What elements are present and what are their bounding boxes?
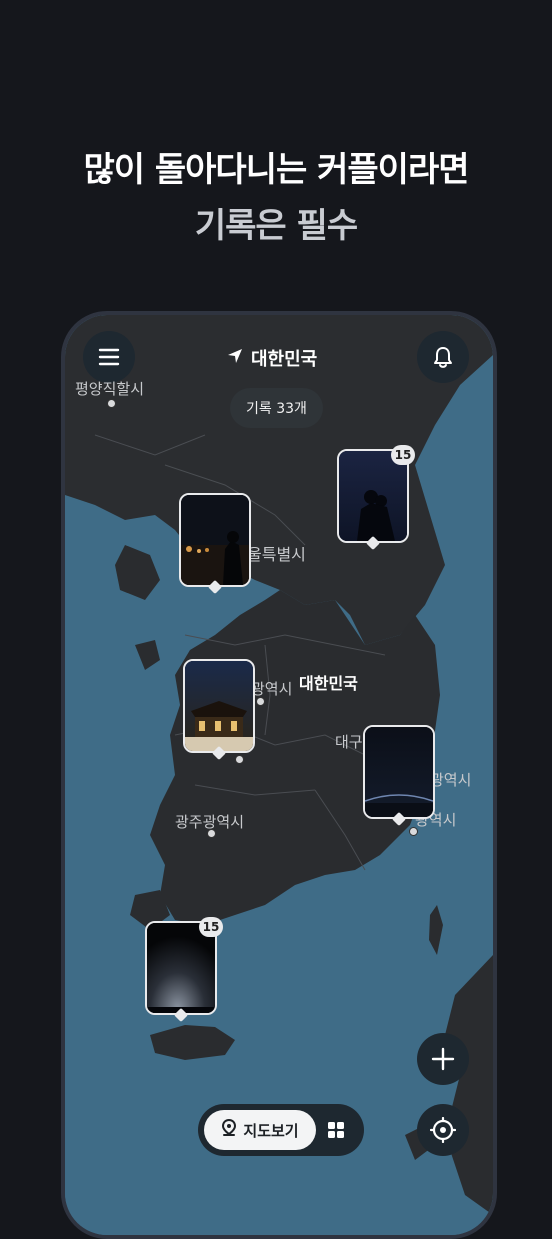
menu-icon [98, 348, 120, 366]
map-pin-icon [221, 1118, 237, 1141]
add-record-button[interactable] [417, 1033, 469, 1085]
map-label-pyongyang: 평양직할시 [75, 380, 145, 398]
photo-marker-seoul[interactable] [179, 493, 251, 595]
record-count-pill: 기록 33개 [230, 388, 323, 428]
marker-count-badge: 15 [199, 917, 223, 937]
marker-photo [339, 451, 407, 541]
location-title-text: 대한민국 [251, 349, 318, 370]
city-dot [409, 827, 418, 836]
notification-button[interactable] [417, 331, 469, 383]
map-view-label: 지도보기 [243, 1121, 299, 1140]
view-toggle: 지도보기 [198, 1104, 364, 1156]
phone-frame: 대한민국 기록 33개 평양직할시 울특별시 대한민국 광역시 대구 광역시 광… [61, 311, 497, 1239]
map-label-country: 대한민국 [299, 674, 358, 693]
locate-me-button[interactable] [417, 1104, 469, 1156]
map-label-daegu: 대구 [335, 733, 363, 751]
map-label-daejeon: 광역시 [251, 680, 293, 698]
photo-marker-busan[interactable] [363, 725, 435, 827]
grid-icon [324, 1122, 348, 1146]
marker-photo [147, 923, 215, 1013]
menu-button[interactable] [83, 331, 135, 383]
city-dot [207, 829, 216, 838]
marker-photo [181, 495, 249, 585]
crosshair-icon [430, 1117, 456, 1143]
map-label-seoul: 울특별시 [247, 545, 306, 564]
map-label-daegu-metro: 광역시 [430, 771, 472, 789]
photo-marker-gangwon[interactable]: 15 [337, 445, 415, 551]
city-dot [107, 399, 116, 408]
headline-line-1: 많이 돌아다니는 커플이라면 [83, 150, 469, 190]
city-dot [256, 697, 265, 706]
marker-photo [185, 661, 253, 751]
marker-photo [365, 727, 433, 817]
city-dot [235, 755, 244, 764]
grid-view-button[interactable] [324, 1118, 348, 1142]
navigation-arrow-icon [227, 348, 243, 369]
photo-marker-jeju[interactable]: 15 [145, 917, 223, 1023]
map-view-button[interactable]: 지도보기 [204, 1110, 316, 1150]
location-title[interactable]: 대한민국 [227, 343, 317, 373]
bell-icon [432, 345, 454, 369]
marker-count-badge: 15 [391, 445, 415, 465]
headline-line-2: 기록은 필수 [194, 206, 358, 246]
photo-marker-chungcheong[interactable] [183, 659, 255, 761]
plus-icon [431, 1047, 455, 1071]
